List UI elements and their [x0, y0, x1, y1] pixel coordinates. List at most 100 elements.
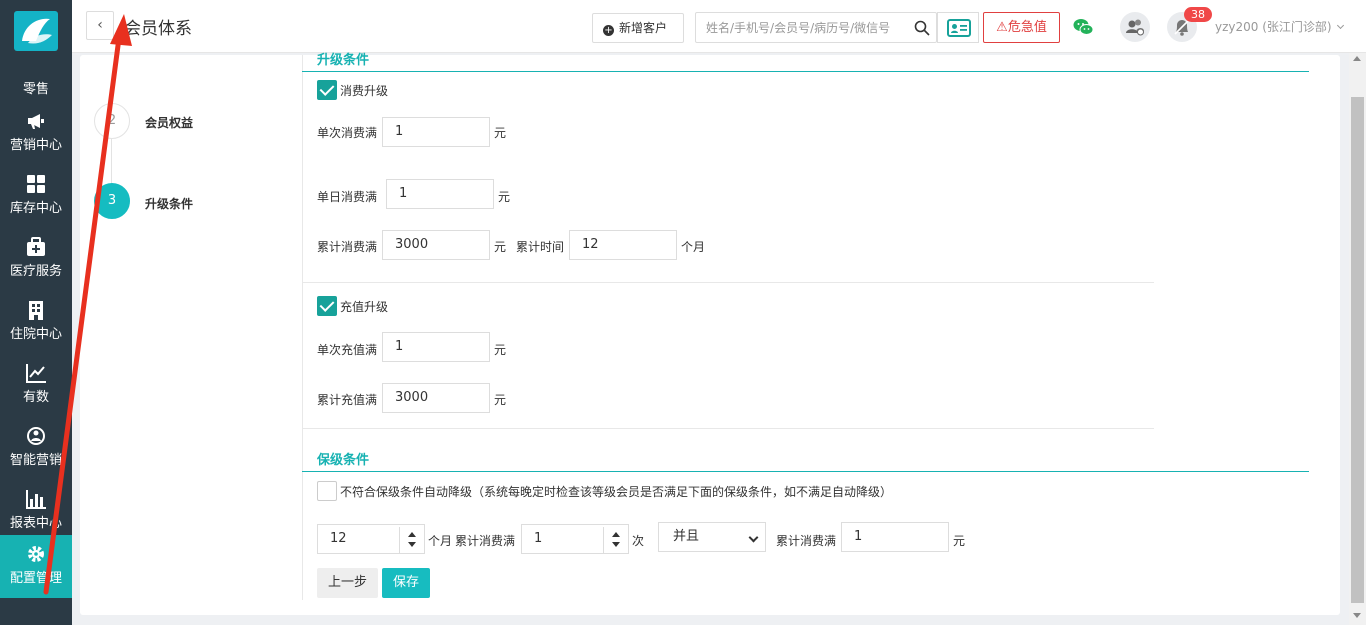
total-recharge-input[interactable]: 3000 [382, 383, 490, 413]
recharge-upgrade-label: 充值升级 [340, 300, 389, 314]
add-customer-button[interactable]: + 新增客户 [592, 13, 684, 43]
team-button[interactable] [1120, 12, 1150, 42]
step-2-label[interactable]: 会员权益 [145, 114, 193, 131]
step-2-circle[interactable]: 2 [94, 103, 130, 139]
upgrade-section-line [302, 71, 1309, 72]
chevron-down-icon [748, 532, 759, 543]
single-recharge-input[interactable]: 1 [382, 332, 490, 362]
single-consume-input[interactable]: 1 [382, 117, 490, 147]
sidebar-item-label: 营销中心 [9, 138, 62, 153]
notification-badge: 38 [1184, 7, 1212, 22]
keep-times-value: 1 [534, 531, 543, 546]
recharge-upgrade-checkbox[interactable] [317, 296, 337, 316]
stepper-arrows-icon[interactable] [603, 527, 626, 553]
yuan-unit: 元 [953, 534, 966, 548]
search-box [695, 12, 937, 43]
plus-circle-icon: + [603, 25, 614, 36]
back-button[interactable]: ‹ [86, 11, 114, 40]
keep-section-line [302, 471, 1309, 472]
single-consume-label: 单次消费满 [317, 126, 378, 140]
step-3-circle[interactable]: 3 [94, 183, 130, 219]
sidebar-item-label: 智能营销 [9, 453, 62, 468]
line-chart-icon [26, 364, 46, 383]
times-unit: 次 [632, 534, 645, 548]
prev-step-button[interactable]: 上一步 [317, 568, 378, 598]
keep-amount-input[interactable]: 1 [841, 522, 949, 552]
sidebar-item-data[interactable]: 有数 [0, 354, 72, 417]
keep-consume-label: 累计消费满 [455, 534, 516, 548]
total-consume-input[interactable]: 3000 [382, 230, 490, 260]
sidebar-item-smart-marketing[interactable]: 智能营销 [0, 417, 72, 480]
id-card-button[interactable] [937, 12, 979, 43]
consume-upgrade-label: 消费升级 [340, 84, 389, 98]
consume-upgrade-checkbox[interactable] [317, 80, 337, 100]
sidebar-item-label: 零售 [22, 82, 49, 97]
scrollbar-thumb[interactable] [1351, 97, 1364, 603]
sidebar-item-inventory[interactable]: 库存中心 [0, 165, 72, 228]
accumulate-period-input[interactable]: 12 [569, 230, 677, 260]
keep-times-stepper[interactable]: 1 [521, 524, 629, 554]
logic-select-value: 并且 [673, 529, 700, 544]
sidebar: 零售 营销中心 库存中心 医疗服务 住院中心 有数 智能营销 报表中心 配置管理 [0, 0, 72, 625]
logic-select[interactable]: 并且 [658, 522, 766, 552]
scroll-up-arrow-icon[interactable] [1353, 56, 1361, 61]
sidebar-item-label: 报表中心 [9, 516, 62, 531]
id-card-icon [947, 19, 971, 37]
sidebar-item-label: 有数 [22, 390, 49, 405]
page-title: 会员体系 [124, 19, 192, 39]
sidebar-item-reports[interactable]: 报表中心 [0, 480, 72, 543]
yuan-unit: 元 [494, 393, 507, 407]
yuan-unit: 元 [494, 126, 507, 140]
month-unit: 个月 [681, 240, 706, 254]
step-connector [111, 130, 112, 190]
megaphone-icon [28, 114, 44, 129]
warning-icon: ⚠ [996, 20, 1008, 35]
search-icon[interactable] [914, 20, 930, 36]
chevron-down-icon [1337, 21, 1345, 30]
critical-value-label: 危急值 [1007, 20, 1047, 35]
team-icon [1126, 19, 1144, 36]
sidebar-item-label: 住院中心 [9, 327, 62, 342]
gear-icon [28, 546, 44, 562]
keep-consume-label-2: 累计消费满 [776, 534, 837, 548]
section-divider [302, 428, 1154, 429]
smart-marketing-icon [27, 427, 45, 445]
sidebar-item-marketing[interactable]: 营销中心 [0, 102, 72, 165]
single-recharge-label: 单次充值满 [317, 343, 378, 357]
yuan-unit: 元 [494, 343, 507, 357]
step-3-label[interactable]: 升级条件 [145, 195, 193, 212]
daily-consume-label: 单日消费满 [317, 190, 378, 204]
save-button[interactable]: 保存 [382, 568, 430, 598]
sidebar-item-label: 配置管理 [9, 571, 62, 586]
keep-months-value: 12 [330, 531, 347, 546]
add-customer-label: 新增客户 [619, 21, 668, 35]
sidebar-item-label: 库存中心 [9, 201, 62, 216]
total-recharge-label: 累计充值满 [317, 393, 378, 407]
yuan-unit: 元 [498, 190, 511, 204]
stepper-arrows-icon[interactable] [399, 527, 422, 553]
keep-months-unit: 个月 [428, 534, 453, 548]
auto-downgrade-checkbox[interactable] [317, 481, 337, 501]
total-consume-label: 累计消费满 [317, 240, 378, 254]
auto-downgrade-label: 不符合保级条件自动降级（系统每晚定时检查该等级会员是否满足下面的保级条件，如不满… [340, 485, 893, 499]
upgrade-section-title: 升级条件 [317, 53, 370, 68]
medical-kit-icon [27, 237, 45, 256]
critical-value-button[interactable]: ⚠危急值 [983, 12, 1060, 43]
building-icon [29, 301, 43, 320]
daily-consume-input[interactable]: 1 [386, 179, 494, 209]
step-navigation: 2 会员权益 3 升级条件 [80, 55, 302, 615]
column-divider [302, 55, 303, 600]
sidebar-item-settings[interactable]: 配置管理 [0, 535, 72, 598]
sidebar-item-inpatient[interactable]: 住院中心 [0, 291, 72, 354]
grid-icon [27, 175, 45, 193]
wechat-icon[interactable] [1072, 16, 1094, 38]
user-name: yzy200 (张江门诊部) [1215, 20, 1332, 34]
app-logo[interactable] [14, 11, 58, 51]
search-input[interactable] [696, 13, 906, 42]
keep-months-stepper[interactable]: 12 [317, 524, 425, 554]
sidebar-item-medical[interactable]: 医疗服务 [0, 228, 72, 291]
user-menu[interactable]: yzy200 (张江门诊部) [1215, 18, 1345, 35]
top-header: ‹ 会员体系 + 新增客户 ⚠危急值 [72, 0, 1366, 53]
keep-section-title: 保级条件 [317, 453, 370, 468]
scroll-down-arrow-icon[interactable] [1353, 613, 1361, 618]
